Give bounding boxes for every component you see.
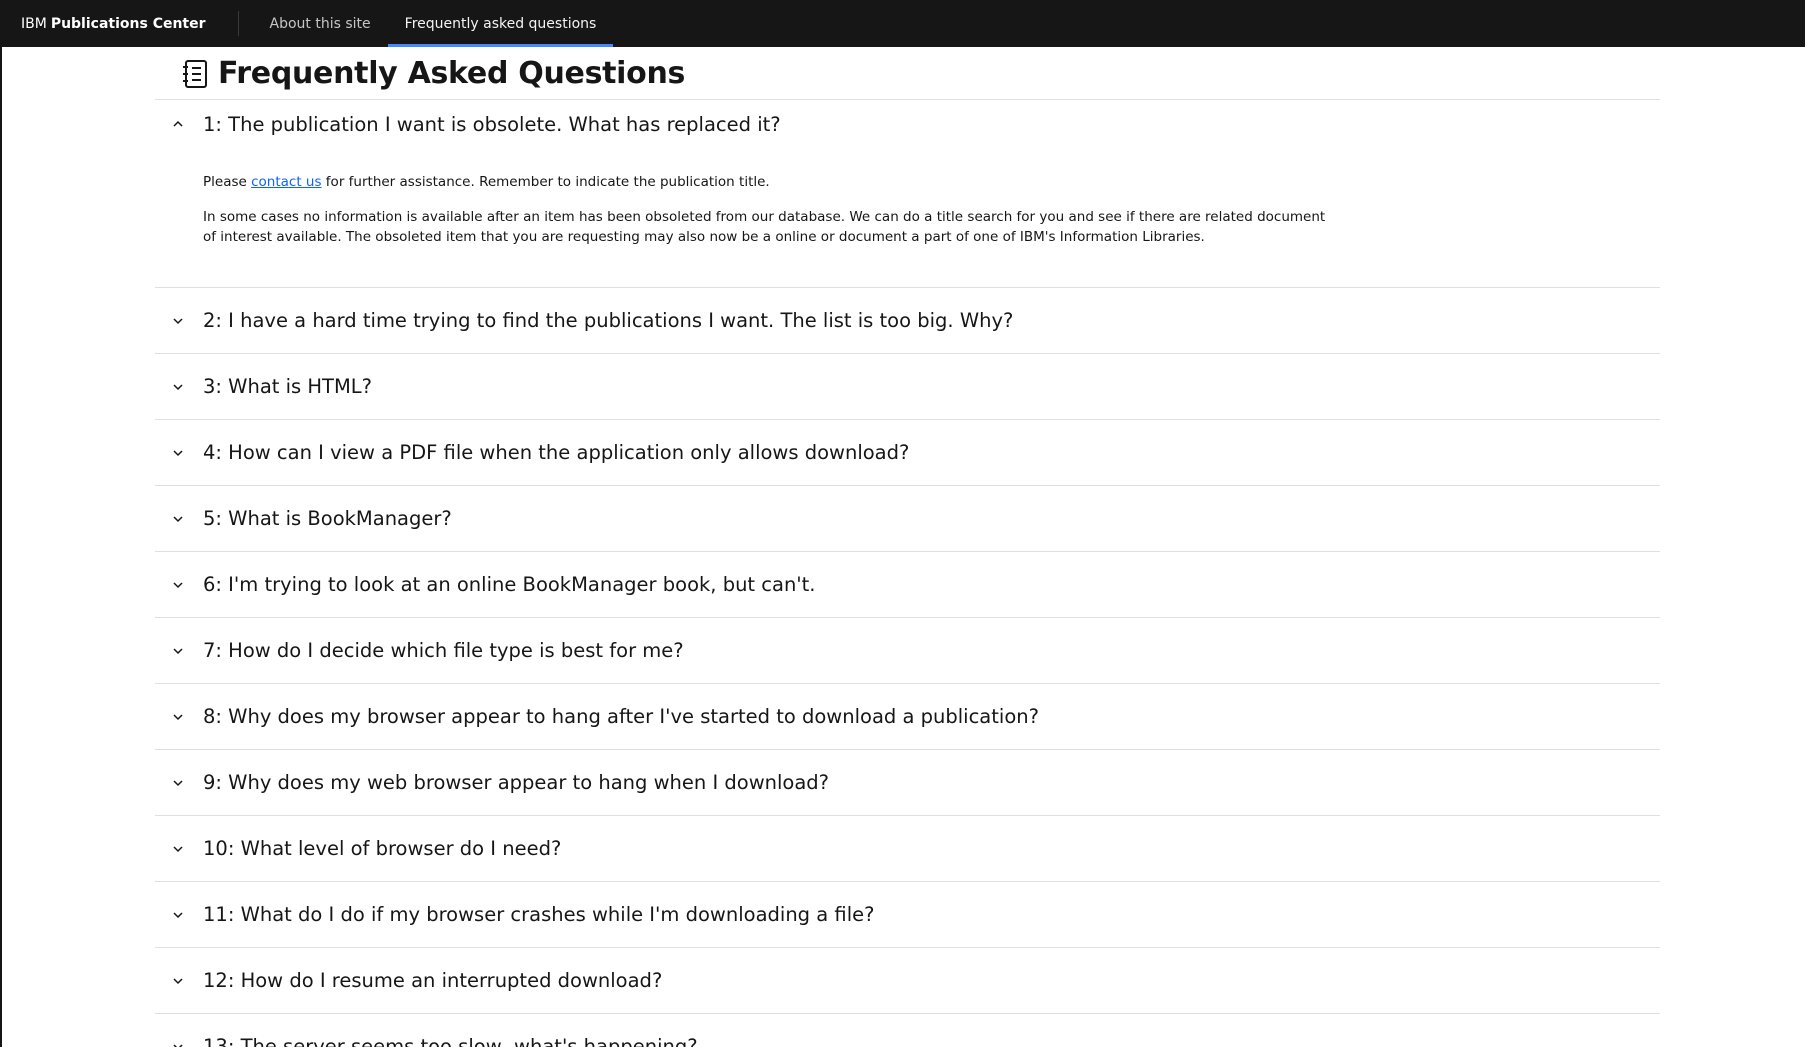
faq-answer-1: Please contact us for further assistance… <box>155 148 1333 287</box>
faq-item-12: 12: How do I resume an interrupted downl… <box>155 948 1660 1014</box>
answer-paragraph: In some cases no information is availabl… <box>203 209 1326 245</box>
faq-question-4[interactable]: 4: How can I view a PDF file when the ap… <box>155 420 1660 485</box>
faq-question-text: 7: How do I decide which file type is be… <box>203 639 684 662</box>
faq-question-text: 6: I'm trying to look at an online BookM… <box>203 573 816 596</box>
chevron-down-icon <box>173 581 183 588</box>
document-list-icon <box>183 60 207 88</box>
faq-question-2[interactable]: 2: I have a hard time trying to find the… <box>155 288 1660 353</box>
answer-text: for further assistance. Remember to indi… <box>321 174 770 190</box>
chevron-down-icon <box>173 977 183 984</box>
faq-item-6: 6: I'm trying to look at an online BookM… <box>155 552 1660 618</box>
faq-item-3: 3: What is HTML? <box>155 354 1660 420</box>
faq-question-text: 5: What is BookManager? <box>203 507 452 530</box>
faq-question-text: 2: I have a hard time trying to find the… <box>203 309 1014 332</box>
faq-item-7: 7: How do I decide which file type is be… <box>155 618 1660 684</box>
faq-question-text: 3: What is HTML? <box>203 375 372 398</box>
faq-question-text: 11: What do I do if my browser crashes w… <box>203 903 875 926</box>
faq-question-1[interactable]: 1: The publication I want is obsolete. W… <box>155 100 1660 148</box>
chevron-down-icon <box>173 779 183 786</box>
brand-divider <box>237 11 239 36</box>
faq-question-10[interactable]: 10: What level of browser do I need? <box>155 816 1660 881</box>
chevron-down-icon <box>173 1043 183 1047</box>
answer-paragraph: Please contact us for further assistance… <box>203 172 1333 192</box>
chevron-down-icon <box>173 713 183 720</box>
faq-question-text: 8: Why does my browser appear to hang af… <box>203 705 1039 728</box>
top-navigation-bar: IBM Publications Center About this site … <box>2 0 1805 47</box>
nav-frequently-asked-questions[interactable]: Frequently asked questions <box>387 0 614 47</box>
faq-item-1: 1: The publication I want is obsolete. W… <box>155 100 1660 288</box>
site-brand[interactable]: IBM Publications Center <box>2 0 238 47</box>
faq-question-3[interactable]: 3: What is HTML? <box>155 354 1660 419</box>
chevron-down-icon <box>173 449 183 456</box>
faq-accordion: 1: The publication I want is obsolete. W… <box>155 99 1660 1047</box>
brand-prefix: IBM <box>21 15 47 32</box>
faq-item-10: 10: What level of browser do I need? <box>155 816 1660 882</box>
faq-question-9[interactable]: 9: Why does my web browser appear to han… <box>155 750 1660 815</box>
contact-us-link[interactable]: contact us <box>251 174 321 190</box>
faq-question-11[interactable]: 11: What do I do if my browser crashes w… <box>155 882 1660 947</box>
faq-item-4: 4: How can I view a PDF file when the ap… <box>155 420 1660 486</box>
answer-text: Please <box>203 174 252 190</box>
browser-viewport: IBM Publications Center About this site … <box>0 0 1805 1047</box>
chevron-down-icon <box>173 515 183 522</box>
faq-question-5[interactable]: 5: What is BookManager? <box>155 486 1660 551</box>
faq-item-13: 13: The server seems too slow, what's ha… <box>155 1014 1660 1047</box>
faq-question-text: 1: The publication I want is obsolete. W… <box>203 112 781 136</box>
faq-question-6[interactable]: 6: I'm trying to look at an online BookM… <box>155 552 1660 617</box>
main-content: Frequently Asked Questions 1: The public… <box>155 47 1660 1047</box>
faq-question-text: 10: What level of browser do I need? <box>203 837 562 860</box>
faq-question-13[interactable]: 13: The server seems too slow, what's ha… <box>155 1014 1660 1047</box>
faq-question-7[interactable]: 7: How do I decide which file type is be… <box>155 618 1660 683</box>
page-title: Frequently Asked Questions <box>218 55 686 91</box>
faq-question-12[interactable]: 12: How do I resume an interrupted downl… <box>155 948 1660 1013</box>
page-heading: Frequently Asked Questions <box>155 47 1660 99</box>
faq-item-2: 2: I have a hard time trying to find the… <box>155 288 1660 354</box>
faq-question-text: 12: How do I resume an interrupted downl… <box>203 969 663 992</box>
chevron-down-icon <box>173 845 183 852</box>
nav-about-this-site[interactable]: About this site <box>253 0 388 47</box>
faq-question-text: 4: How can I view a PDF file when the ap… <box>203 441 910 464</box>
faq-question-text: 9: Why does my web browser appear to han… <box>203 771 830 794</box>
faq-item-5: 5: What is BookManager? <box>155 486 1660 552</box>
chevron-down-icon <box>173 317 183 324</box>
faq-item-8: 8: Why does my browser appear to hang af… <box>155 684 1660 750</box>
faq-item-9: 9: Why does my web browser appear to han… <box>155 750 1660 816</box>
faq-item-11: 11: What do I do if my browser crashes w… <box>155 882 1660 948</box>
faq-question-text: 13: The server seems too slow, what's ha… <box>203 1035 698 1047</box>
chevron-down-icon <box>173 911 183 918</box>
faq-question-8[interactable]: 8: Why does my browser appear to hang af… <box>155 684 1660 749</box>
brand-name: Publications Center <box>50 15 206 32</box>
chevron-down-icon <box>173 647 183 654</box>
chevron-up-icon <box>173 120 183 127</box>
chevron-down-icon <box>173 383 183 390</box>
